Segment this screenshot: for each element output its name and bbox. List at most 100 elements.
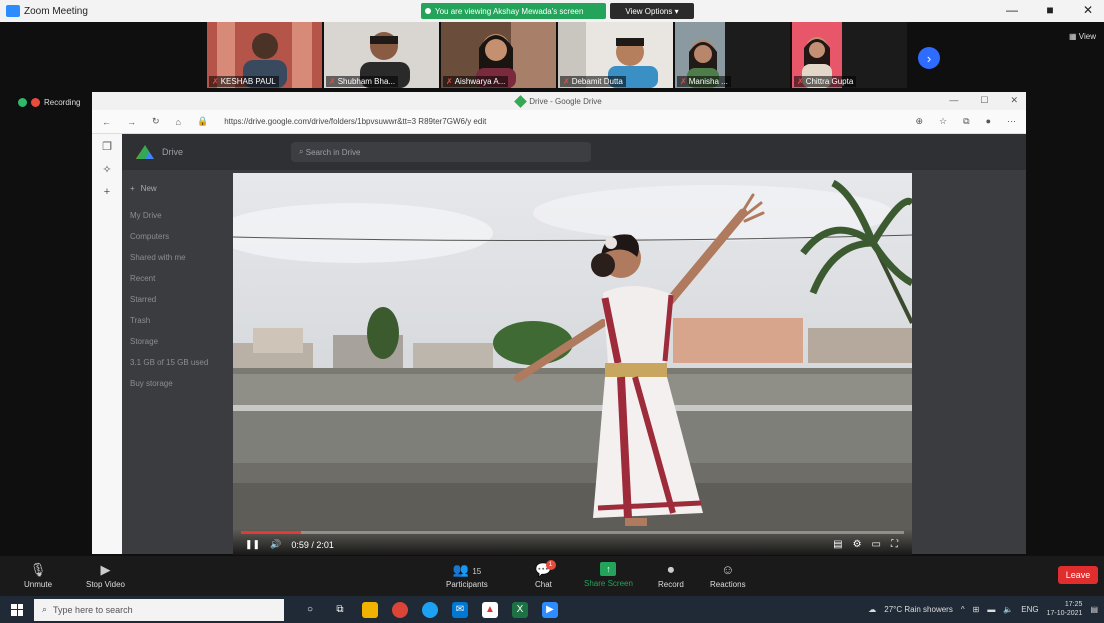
language-indicator[interactable]: ENG: [1021, 605, 1038, 614]
participant-tile[interactable]: ✗ KESHAB PAUL: [207, 22, 322, 88]
tray-chevron-icon[interactable]: ^: [961, 605, 965, 614]
participant-tile[interactable]: ✗ Debamit Dutta: [558, 22, 673, 88]
refresh-icon[interactable]: ↻: [152, 116, 160, 127]
network-icon[interactable]: ⊞: [973, 605, 980, 614]
video-progress-bar[interactable]: [241, 531, 904, 534]
chat-button[interactable]: 💬 1 Chat: [535, 560, 556, 589]
home-icon[interactable]: ⌂: [176, 117, 181, 127]
nav-item[interactable]: Storage: [130, 337, 208, 346]
start-button[interactable]: [0, 603, 34, 616]
favorite-icon[interactable]: ☆: [939, 116, 947, 127]
drive-search-input[interactable]: ⌕ Search in Drive: [291, 142, 592, 162]
share-status-icon: [425, 8, 431, 14]
participants-label: Participants: [446, 580, 488, 589]
zoom-titlebar: Zoom Meeting You are viewing Akshay Mewa…: [0, 0, 1104, 22]
taskbar-search[interactable]: ⌕ Type here to search: [34, 598, 284, 621]
close-button[interactable]: ✕: [1080, 3, 1096, 17]
leave-button[interactable]: Leave: [1058, 566, 1098, 584]
excel-icon[interactable]: X: [512, 601, 528, 618]
participant-name: ✗ Manisha ...: [677, 76, 731, 87]
back-icon[interactable]: ←: [102, 117, 111, 127]
captions-icon[interactable]: ▤: [833, 539, 842, 550]
store-icon[interactable]: ▲: [482, 601, 498, 618]
chrome-icon[interactable]: [392, 601, 408, 618]
participants-button[interactable]: 👥 15 Participants: [446, 562, 488, 589]
security-shield-icon: [18, 98, 27, 107]
participant-name: ✗ Chittra Gupta: [794, 76, 857, 87]
collections-icon[interactable]: ⧉: [963, 116, 969, 127]
screen: Zoom Meeting You are viewing Akshay Mewa…: [0, 0, 1104, 623]
reactions-button[interactable]: ☺ Reactions: [710, 562, 746, 589]
file-explorer-icon[interactable]: [362, 601, 378, 618]
participant-tile[interactable]: ✗ Chittra Gupta: [792, 22, 907, 88]
browser-actions: ⊕ ☆ ⧉ ● ⋯: [916, 116, 1027, 127]
maximize-button[interactable]: ■: [1042, 3, 1058, 17]
volume-icon[interactable]: 🔊: [270, 539, 281, 550]
zoom-taskbar-icon[interactable]: ▶: [542, 601, 558, 618]
browser-maximize-button[interactable]: ☐: [980, 95, 988, 106]
muted-mic-icon: ✗: [446, 77, 453, 86]
share-screen-label: Share Screen: [584, 579, 633, 588]
weather-text[interactable]: 27°C Rain showers: [884, 605, 953, 614]
recording-indicator: Recording: [18, 98, 80, 107]
browser-tab-title: Drive - Google Drive: [529, 96, 602, 106]
add-icon[interactable]: +: [104, 186, 110, 198]
forward-icon[interactable]: →: [127, 117, 136, 127]
muted-mic-icon: ✗: [329, 77, 336, 86]
taskbar-apps: ○ ⧉ ✉ ▲ X ▶: [302, 601, 558, 618]
stop-video-button[interactable]: ▶ Stop Video: [86, 562, 125, 589]
minimize-button[interactable]: —: [1004, 3, 1020, 17]
view-toggle-button[interactable]: ▦ View: [1069, 32, 1096, 41]
battery-icon[interactable]: ▬: [987, 605, 995, 614]
nav-item[interactable]: My Drive: [130, 211, 208, 220]
new-button[interactable]: + New: [130, 184, 208, 193]
search-icon: ⌕: [299, 147, 304, 156]
time-display: 0:59 / 2:01: [291, 539, 334, 550]
nav-item[interactable]: Recent: [130, 274, 208, 283]
view-options-button[interactable]: View Options ▾: [610, 3, 694, 19]
chevron-down-icon: ▾: [674, 6, 679, 16]
zoom-app-icon: [6, 5, 20, 17]
drive-favicon-icon: [514, 94, 528, 108]
window-title: Zoom Meeting: [24, 5, 88, 17]
video-frame: [233, 173, 912, 555]
record-button[interactable]: ⏺ Record: [658, 562, 684, 589]
next-page-button[interactable]: ›: [918, 47, 940, 69]
browser-close-button[interactable]: ✕: [1010, 95, 1018, 106]
task-view-icon[interactable]: ⧉: [332, 602, 348, 618]
fullscreen-icon[interactable]: ⛶: [891, 539, 898, 550]
muted-mic-icon: ✗: [563, 77, 570, 86]
buy-storage-link[interactable]: Buy storage: [130, 379, 208, 388]
address-bar[interactable]: https://drive.google.com/drive/folders/1…: [224, 117, 486, 126]
video-player[interactable]: ❚❚ 🔊 0:59 / 2:01 ▤ ⚙ ▭ ⛶: [233, 173, 912, 555]
plus-icon: +: [130, 184, 135, 193]
zoom-icon[interactable]: ⊕: [916, 116, 924, 127]
settings-icon[interactable]: ⚙: [853, 539, 862, 550]
extensions-icon[interactable]: ✧: [102, 163, 111, 176]
notifications-icon[interactable]: ▤: [1090, 605, 1098, 614]
participant-tile[interactable]: ✗ Aishwarya A...: [441, 22, 556, 88]
unmute-button[interactable]: 🎙 Unmute: [24, 562, 52, 589]
nav-item[interactable]: Trash: [130, 316, 208, 325]
drive-header: Drive ⌕ Search in Drive: [122, 134, 1026, 170]
participants-count: 15: [472, 567, 482, 576]
more-icon[interactable]: ⋯: [1007, 116, 1016, 127]
nav-item[interactable]: Shared with me: [130, 253, 208, 262]
mail-icon[interactable]: ✉: [452, 601, 468, 618]
cortana-icon[interactable]: ○: [302, 602, 318, 618]
browser-minimize-button[interactable]: —: [949, 95, 958, 106]
participant-tile[interactable]: ✗ Shubham Bha...: [324, 22, 439, 88]
windows-taskbar: ⌕ Type here to search ○ ⧉ ✉ ▲ X ▶ ☁ 27°C…: [0, 596, 1104, 623]
participant-tile[interactable]: ✗ Manisha ...: [675, 22, 790, 88]
nav-item[interactable]: Computers: [130, 232, 208, 241]
nav-item[interactable]: Starred: [130, 295, 208, 304]
chat-icon: 💬 1: [535, 560, 556, 578]
tabs-icon[interactable]: ❐: [102, 140, 112, 153]
profile-icon[interactable]: ●: [986, 116, 991, 127]
volume-tray-icon[interactable]: 🔈: [1003, 605, 1013, 614]
edge-icon[interactable]: [422, 601, 438, 618]
share-screen-button[interactable]: ↑ Share Screen: [584, 562, 633, 588]
pause-icon[interactable]: ❚❚: [245, 539, 260, 550]
clock[interactable]: 17:25 17-10-2021: [1047, 600, 1083, 618]
theater-mode-icon[interactable]: ▭: [872, 539, 881, 550]
